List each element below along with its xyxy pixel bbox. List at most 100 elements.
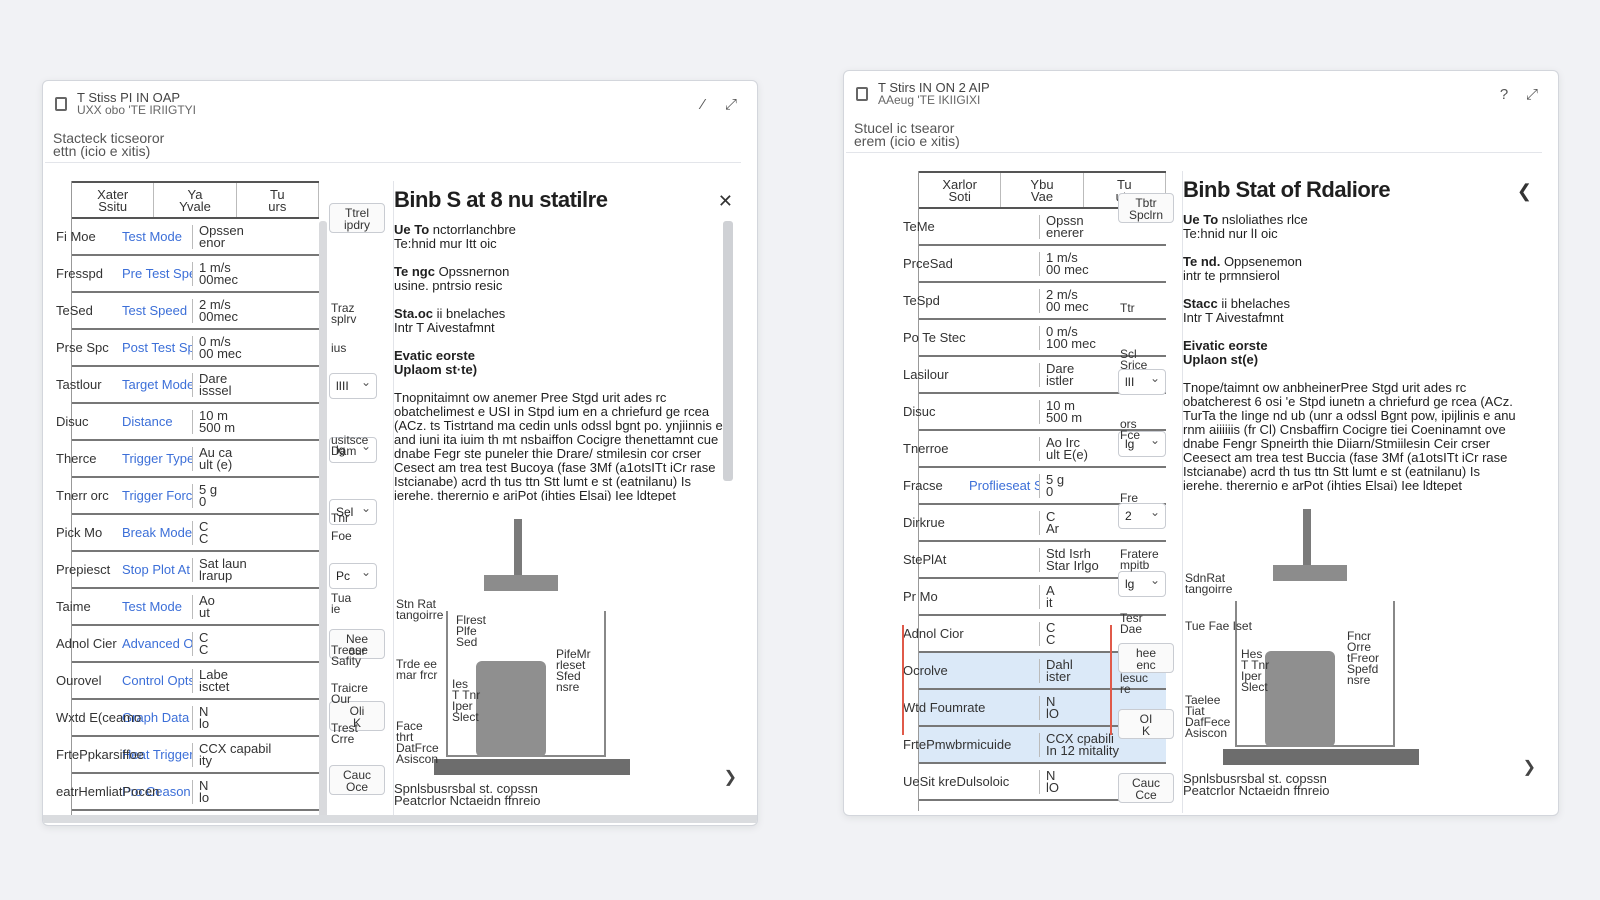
action-button[interactable]: hee enc [1118,643,1174,673]
control-label: Trest Crre [331,721,358,746]
chevron-right-icon[interactable]: ❯ [1523,757,1536,777]
section-heading-text: Eivatic eorste Uplaon st(e) [1183,338,1268,367]
window-title: T Stiss PI IN OAP UXX obo 'TE IRIIGTYI [77,91,689,116]
details-panel: ✕ Binb S at 8 nu statilre Ue To nctorrla… [393,181,737,823]
minimize-icon[interactable]: ⁄ [689,96,717,113]
row-side-label: Pr Mo [903,588,938,604]
help-icon[interactable]: ? [1490,86,1518,103]
row-side-label: Tnerroe [903,440,949,456]
option-dropdown[interactable]: lII [1118,369,1166,395]
column-header: Tu urs [237,183,319,217]
search-input[interactable]: Stucel ic tsearor erem (icio e xitis) [846,117,1542,153]
control-label: Tnr [331,511,349,525]
table-row[interactable]: Prse SpcPost Test Speed0 m/s 00 mec [56,330,319,367]
control-label: Traz splrv [331,301,357,326]
control-label: Fratere mpitb [1120,547,1159,572]
option-dropdown[interactable]: Pc [329,563,377,589]
row-side-label: Ocrolve [903,662,948,678]
diagram-label: Stn Rat tangoirre [396,597,444,622]
table-row[interactable]: FresspdPre Test Speed1 m/s 00mec [56,256,319,293]
table-row[interactable]: Wxtd E(ceamoGraph Data TempoN lo [56,700,319,737]
action-button[interactable]: OI K [1118,709,1174,739]
parameter-value: Au ca ult (e) [192,446,319,471]
parameter-value: C C [192,631,319,656]
section-heading: Evatic eorste Uplaom st·te) [394,349,723,377]
window-subtitle: AAeug 'TE IKIIGIXI [878,93,981,107]
action-button[interactable]: Ttrel ipdry [329,203,385,233]
control-label: usitsce Dam [331,433,369,458]
chevron-right-icon[interactable]: ❯ [724,767,737,787]
row-side-label: FrtePmwbrmicuide [903,736,1012,752]
row-side-label: FrtePpkarsiffoe [56,746,144,762]
row-side-label: Tastlour [56,376,102,392]
table-row[interactable]: Therce Trigger Type Au ca ult (e) [56,441,319,478]
close-panel-icon[interactable]: ✕ [718,191,733,212]
panel-scrollbar[interactable] [723,221,733,481]
details-panel: ❮ Binb Stat of Rdaliore Ue To nsloliathe… [1182,171,1536,813]
parameter-value: 0 m/s 00 mec [192,335,319,360]
row-side-label: Pick Mo [56,524,103,540]
panel-paragraph: Sta.oc ii bnelaches Intr T Aivestafmnt [394,307,723,335]
table-row[interactable]: Tnerr orc Trigger Force 5 g 0 [56,478,319,515]
column-header: Ybu Vae [1001,173,1084,207]
parameter-value: Labe isctet [192,668,319,693]
row-side-label: Wxtd E(ceamo [56,709,142,725]
title-bar: T Stirs IN ON 2 AIP AAeug 'TE IKIIGIXI ?… [844,71,1558,117]
search-input[interactable]: Stacteck ticseoror ettn (icio e xitis) [45,127,741,163]
table-row[interactable]: TeSed Test Speed 2 m/s 00mec [56,293,319,330]
table-row[interactable]: Pick Mo Break Mode C C [56,515,319,552]
section-heading: Eivatic eorste Uplaon st(e) [1183,339,1522,367]
table-row[interactable]: Ourovel Control Opts Labe isctet [56,663,319,700]
accent-marker [1110,625,1112,735]
diagram-label: Taelee Tiat DafFece Asiscon [1185,693,1231,740]
table-row[interactable]: Fi Moe Test Mode Opssen enor [56,219,319,256]
row-side-label: eatrHemliatPocen [56,783,160,799]
device-diagram: SdnRat tangoirre Tue Fae Iset Hes T Tnr … [1183,491,1513,797]
table-row[interactable]: Prepiesct Stop Plot At Sat laun lrarup [56,552,319,589]
close-icon[interactable]: ⤢ [717,96,745,113]
table-row[interactable]: Disuc Distance 10 m 500 m [56,404,319,441]
table-row[interactable]: FrtePpkarsiffoe Heat Trigger CCX capabil i… [56,737,319,774]
diagram-label: Hes T Tnr Iper Slect [1241,647,1270,694]
document-icon [856,87,868,101]
option-dropdown[interactable]: lg [1118,571,1166,597]
description-text: Tnope/taimnt ow anbheinerPree Stgd urit … [1183,381,1516,491]
control-label: Tesr Dae [1120,611,1143,636]
table-row[interactable]: Taime Test Mode Ao ut [56,589,319,626]
control-label: Foe [331,529,352,543]
window-title: T Stirs IN ON 2 AIP AAeug 'TE IKIIGIXI [878,81,1490,107]
dialog-window-left: T Stiss PI IN OAP UXX obo 'TE IRIIGTYI ⁄… [42,80,758,826]
horizontal-scrollbar[interactable] [43,815,757,823]
action-button[interactable]: Tbtr Spclrn [1118,193,1174,223]
parameter-value: CCX capabil ity [192,742,319,767]
control-label: Traicre Our [331,681,368,706]
panel-paragraph: Stacc ii bhelaches Intr T Aivestafmnt [1183,297,1522,325]
diagram-stem [1303,509,1311,565]
row-side-label: StePlAt [903,551,947,567]
paragraph-label: Ue To [394,222,430,237]
row-side-label: Disuc [56,413,89,429]
paragraph-label: Ue To [1183,212,1219,227]
table-row[interactable]: eatrHemliatPocenPro Ceason DelaN lo [56,774,319,811]
panel-heading: Binb S at 8 nu statilre [394,187,608,212]
close-panel-icon[interactable]: ❮ [1517,181,1532,202]
description-text: Tnopnitaimnt ow anemer Pree Stgd urit ad… [394,391,723,501]
panel-heading: Binb Stat of Rdaliore [1183,177,1391,202]
diagram-label: Ies T Tnr Iper Slect [452,677,481,724]
option-dropdown[interactable]: lIII [329,373,377,399]
action-button[interactable]: Cauc Oce [329,765,385,795]
close-icon[interactable]: ⤢ [1518,86,1546,103]
table-row[interactable]: Adnol CierAdvanced OptC C [56,626,319,663]
action-button[interactable]: Cauc Cce [1118,773,1174,803]
option-dropdown[interactable]: 2 [1118,503,1166,529]
diagram-base [434,759,630,775]
control-label: Fre [1120,491,1138,505]
paragraph-label: Stacc [1183,296,1218,311]
row-side-label: Adnol Cior [903,625,964,641]
row-side-label: TeSpd [903,292,940,308]
paragraph-label: Te ngc [394,264,435,279]
control-label: ors Fce [1120,417,1141,442]
table-row[interactable]: Tastlour Target Mode Dare isssel [56,367,319,404]
panel-paragraph: Te ngc Opssnernon usine. pntrsio resic [394,265,723,293]
parameter-value: C C [192,520,319,545]
